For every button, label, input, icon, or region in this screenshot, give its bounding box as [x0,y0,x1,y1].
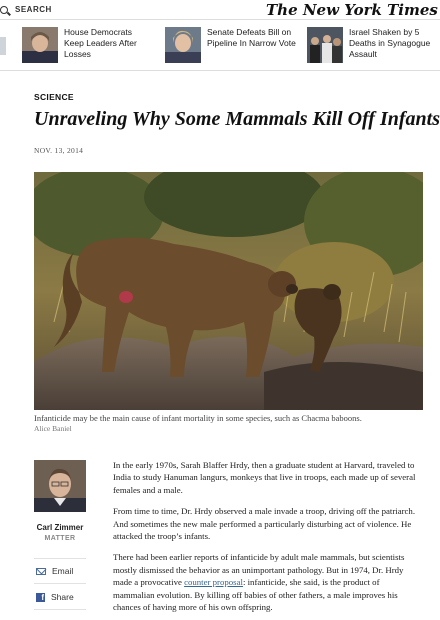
photo-credit: Alice Baniel [34,424,72,433]
article-paragraph: In the early 1970s, Sarah Blaffer Hrdy, … [113,460,416,495]
portrait-woman-icon [22,27,58,63]
article-photo[interactable] [34,172,423,410]
nyt-logo[interactable]: The New York Times [266,1,438,19]
baboon-photo-image [34,172,423,410]
facebook-share-label: Share [51,592,74,602]
strip-scroll-left[interactable] [0,37,6,55]
strip-headline-item[interactable]: House Democrats Keep Leaders After Losse… [22,27,144,63]
strip-headline-item[interactable]: Senate Defeats Bill on Pipeline In Narro… [165,27,299,63]
portrait-woman-icon [165,27,201,63]
byline: Carl Zimmer MATTER [34,460,86,542]
share-divider [34,558,86,559]
strip-headline-text: House Democrats Keep Leaders After Losse… [64,27,137,59]
crowd-scene-icon [307,27,343,63]
article-date: NOV. 13, 2014 [34,146,84,155]
article-paragraph: From time to time, Dr. Hrdy observed a m… [113,506,416,542]
headlines-strip: House Democrats Keep Leaders After Losse… [0,21,440,71]
top-bar: SEARCH The New York Times [0,0,440,20]
article-paragraph: There had been earlier reports of infant… [113,551,423,613]
article-body: In the early 1970s, Sarah Blaffer Hrdy, … [113,459,423,620]
search-label: SEARCH [15,5,52,14]
share-divider [34,609,86,610]
author-avatar[interactable] [34,460,86,512]
facebook-share-button[interactable]: f Share [36,592,74,602]
share-divider [34,583,86,584]
strip-headline-text: Senate Defeats Bill on Pipeline In Narro… [207,27,296,48]
search-button[interactable]: SEARCH [0,5,52,14]
email-icon [36,567,46,575]
author-name[interactable]: Carl Zimmer [34,523,86,532]
strip-headline-item[interactable]: Israel Shaken by 5 Deaths in Synagogue A… [307,27,439,63]
email-share-button[interactable]: Email [36,566,73,576]
email-share-label: Email [52,566,74,576]
strip-headline-text: Israel Shaken by 5 Deaths in Synagogue A… [349,27,431,59]
counter-proposal-link[interactable]: counter proposal [184,577,243,587]
section-label[interactable]: SCIENCE [34,92,74,102]
author-column-name[interactable]: MATTER [34,535,86,542]
facebook-icon: f [36,592,45,602]
article-headline: Unraveling Why Some Mammals Kill Off Inf… [34,108,440,130]
photo-caption: Infanticide may be the main cause of inf… [34,413,362,423]
search-icon [0,5,8,14]
